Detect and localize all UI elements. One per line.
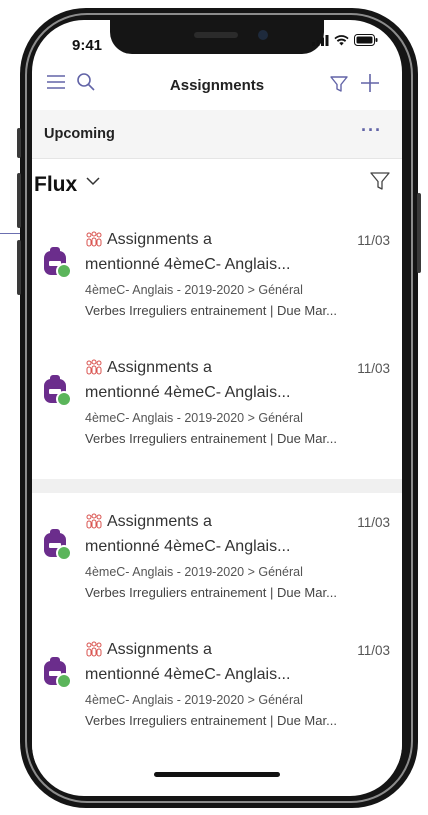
chevron-down-icon[interactable] [86, 173, 100, 191]
item-mention: mentionné 4èmeC- Anglais... [85, 666, 291, 683]
feed-item[interactable]: Assignments a 11/03 mentionné 4èmeC- Ang… [32, 351, 402, 471]
upcoming-label: Upcoming [44, 126, 115, 142]
item-date: 11/03 [357, 515, 390, 530]
item-mention: mentionné 4èmeC- Anglais... [85, 538, 291, 555]
plus-icon[interactable] [360, 73, 380, 93]
feed-item[interactable]: Assignments a 11/03 mentionné 4èmeC- Ang… [32, 223, 402, 343]
notch [110, 20, 324, 54]
item-title: Assignments a [107, 513, 212, 530]
item-date: 11/03 [357, 643, 390, 658]
filter-icon[interactable] [330, 75, 348, 93]
mention-icon [86, 359, 102, 375]
item-path: 4èmeC- Anglais - 2019-2020 > Général [85, 283, 303, 297]
mention-icon [86, 513, 102, 529]
upcoming-bar[interactable]: Upcoming ··· [32, 110, 402, 159]
flux-title[interactable]: Flux [34, 173, 77, 197]
item-path: 4èmeC- Anglais - 2019-2020 > Général [85, 693, 303, 707]
volume-up-button [17, 173, 21, 228]
item-date: 11/03 [357, 233, 390, 248]
item-title-row: Assignments a [85, 231, 212, 249]
flux-header: Flux [32, 159, 402, 211]
item-detail: Verbes Irreguliers entrainement | Due Ma… [85, 431, 337, 446]
item-mention: mentionné 4èmeC- Anglais... [85, 256, 291, 273]
battery-icon [354, 34, 378, 46]
screen: 9:41 Assignments Upcoming ··· Flux Assig… [32, 20, 402, 796]
camera [258, 30, 268, 40]
item-path: 4èmeC- Anglais - 2019-2020 > Général [85, 565, 303, 579]
item-date: 11/03 [357, 361, 390, 376]
item-title-row: Assignments a [85, 359, 212, 377]
group-divider [32, 479, 402, 493]
status-time: 9:41 [72, 37, 103, 54]
more-icon[interactable]: ··· [361, 120, 382, 141]
mute-switch [17, 128, 21, 158]
feed-item[interactable]: Assignments a 11/03 mentionné 4èmeC- Ang… [32, 505, 402, 625]
item-path: 4èmeC- Anglais - 2019-2020 > Général [85, 411, 303, 425]
item-title: Assignments a [107, 231, 212, 248]
item-detail: Verbes Irreguliers entrainement | Due Ma… [85, 713, 337, 728]
check-badge-icon [56, 391, 72, 407]
item-title-row: Assignments a [85, 641, 212, 659]
check-badge-icon [56, 263, 72, 279]
wifi-icon [334, 34, 349, 45]
item-title-row: Assignments a [85, 513, 212, 531]
speaker [194, 32, 238, 38]
item-detail: Verbes Irreguliers entrainement | Due Ma… [85, 585, 337, 600]
check-badge-icon [56, 545, 72, 561]
item-title: Assignments a [107, 359, 212, 376]
feed-group-1: Assignments a 11/03 mentionné 4èmeC- Ang… [32, 211, 402, 479]
mention-icon [86, 641, 102, 657]
mention-icon [86, 231, 102, 247]
feed-group-2: Assignments a 11/03 mentionné 4èmeC- Ang… [32, 493, 402, 763]
status-icons [312, 34, 378, 46]
volume-down-button [17, 240, 21, 295]
feed-item[interactable]: Assignments a 11/03 mentionné 4èmeC- Ang… [32, 633, 402, 753]
signal-icon [312, 34, 329, 46]
item-mention: mentionné 4èmeC- Anglais... [85, 384, 291, 401]
check-badge-icon [56, 673, 72, 689]
item-title: Assignments a [107, 641, 212, 658]
phone-frame: 9:41 Assignments Upcoming ··· Flux Assig… [17, 8, 421, 808]
top-app-bar: Assignments [32, 60, 402, 111]
power-button [417, 193, 421, 273]
flux-filter-icon[interactable] [370, 171, 390, 196]
item-detail: Verbes Irreguliers entrainement | Due Ma… [85, 303, 337, 318]
home-indicator[interactable] [154, 772, 280, 777]
